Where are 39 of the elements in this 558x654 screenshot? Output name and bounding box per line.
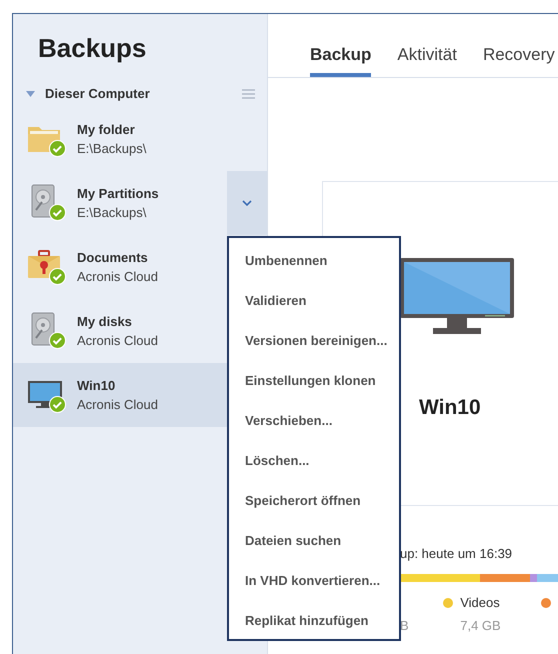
menu-item[interactable]: Dateien suchen [229, 521, 399, 561]
legend-size: 7,4 GB [460, 616, 502, 634]
backup-location: Acronis Cloud [77, 268, 158, 286]
menu-item[interactable]: Replikat hinzufügen [229, 601, 399, 641]
backup-name: Win10 [77, 377, 116, 395]
backup-location: Acronis Cloud [77, 332, 158, 350]
group-label[interactable]: Dieser Computer [45, 84, 150, 104]
menu-item[interactable]: Versionen bereinigen... [229, 321, 399, 361]
backup-location: E:\Backups\ [77, 204, 148, 222]
menu-item[interactable]: Speicherort öffnen [229, 481, 399, 521]
backup-title: Win10 [419, 395, 481, 421]
backup-item[interactable]: My Partitions E:\Backups\ [13, 171, 267, 235]
menu-icon[interactable] [242, 89, 255, 99]
last-backup-text: up: heute um 16:39 [400, 545, 512, 563]
check-badge-icon [49, 332, 66, 349]
monitor-icon [27, 380, 63, 410]
dropdown-button[interactable] [227, 171, 267, 235]
backup-name: My disks [77, 313, 133, 331]
menu-item[interactable]: Umbenennen [229, 241, 399, 281]
backup-name: My folder [77, 121, 136, 139]
tab[interactable]: Aktivität [397, 14, 457, 77]
tab[interactable]: Backup [310, 14, 372, 77]
tab[interactable]: Recovery [482, 14, 555, 77]
check-badge-icon [49, 204, 66, 221]
backup-name: Documents [77, 249, 149, 267]
legend-label: Videos [460, 594, 500, 612]
check-badge-icon [49, 140, 66, 157]
menu-item[interactable]: In VHD konvertieren... [229, 561, 399, 601]
menu-item[interactable]: Validieren [229, 281, 399, 321]
backup-item[interactable]: My folder E:\Backups\ [13, 107, 267, 171]
backup-location: E:\Backups\ [77, 140, 146, 158]
check-badge-icon [49, 396, 66, 413]
check-badge-icon [49, 268, 66, 285]
backup-name: My Partitions [77, 185, 159, 203]
backup-location: Acronis Cloud [77, 396, 158, 414]
legend-size: B [400, 616, 410, 634]
sidebar-title: Backups [38, 32, 146, 64]
chevron-down-icon [242, 200, 252, 206]
menu-item[interactable]: Löschen... [229, 441, 399, 481]
